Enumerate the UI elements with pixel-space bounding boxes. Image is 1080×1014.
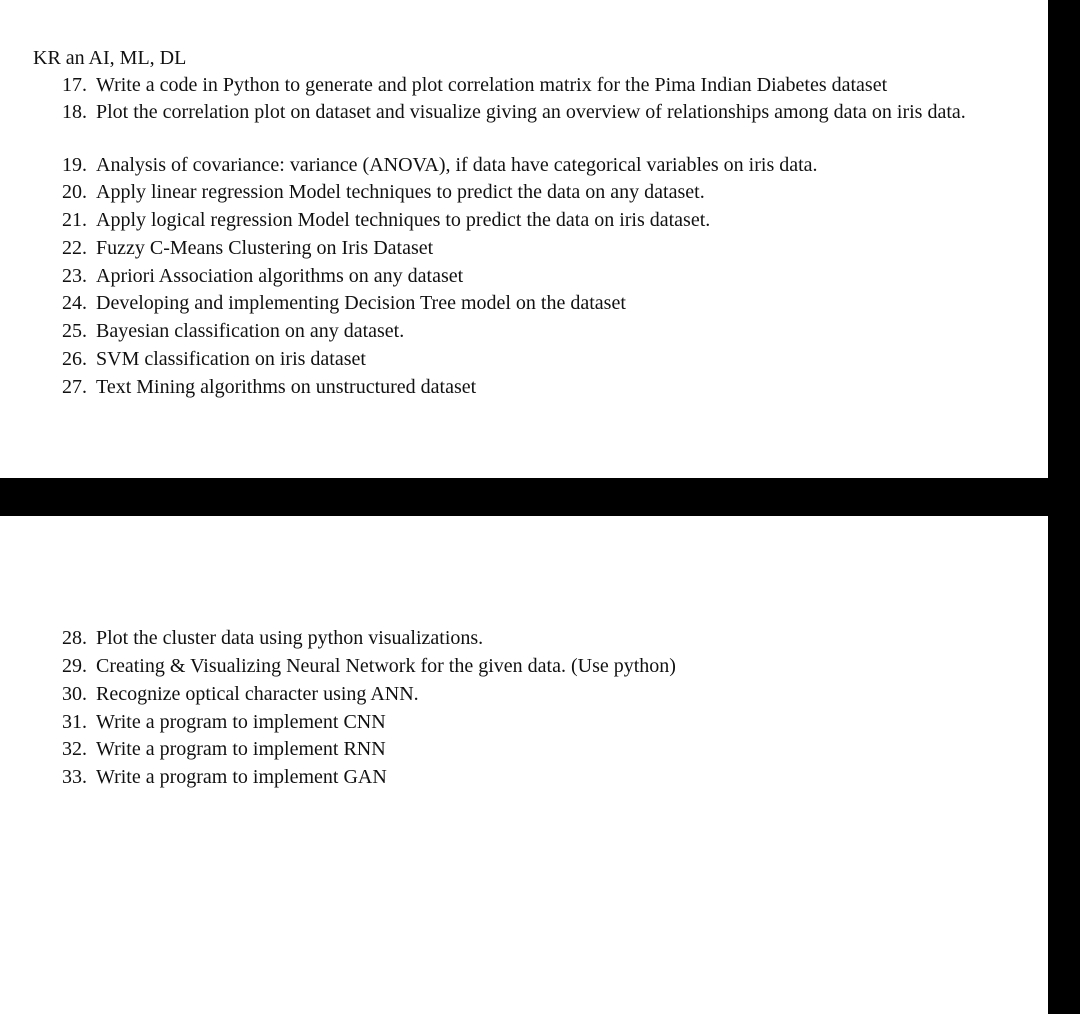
list-item: 28. Plot the cluster data using python v…	[62, 624, 1022, 652]
item-number: 17.	[62, 74, 87, 96]
item-number: 19.	[62, 154, 87, 176]
item-number: 33.	[62, 766, 87, 788]
list-item: 19. Analysis of covariance: variance (AN…	[62, 151, 1022, 179]
list-item: 31. Write a program to implement CNN	[62, 708, 1022, 736]
list-item: 29. Creating & Visualizing Neural Networ…	[62, 652, 1022, 680]
item-text: Apply logical regression Model technique…	[96, 209, 711, 231]
item-number: 22.	[62, 237, 87, 259]
item-number: 28.	[62, 627, 87, 649]
item-number: 21.	[62, 209, 87, 231]
list-item: 20. Apply linear regression Model techni…	[62, 178, 1022, 206]
document-page-bottom: 28. Plot the cluster data using python v…	[0, 516, 1048, 1014]
list-item: 26. SVM classification on iris dataset	[62, 345, 1022, 373]
list-item: 24. Developing and implementing Decision…	[62, 289, 1022, 317]
item-text: Apply linear regression Model techniques…	[96, 181, 705, 203]
item-number: 29.	[62, 655, 87, 677]
item-text: Apriori Association algorithms on any da…	[96, 265, 464, 287]
item-text: SVM classification on iris dataset	[96, 348, 366, 370]
item-text: Creating & Visualizing Neural Network fo…	[96, 655, 676, 677]
item-number: 18.	[62, 101, 87, 123]
item-text: Write a program to implement GAN	[96, 766, 387, 788]
list-item: 17. Write a code in Python to generate a…	[62, 71, 1022, 99]
item-number: 25.	[62, 320, 87, 342]
item-number: 26.	[62, 348, 87, 370]
item-number: 32.	[62, 738, 87, 760]
list-item: 25. Bayesian classification on any datas…	[62, 317, 1022, 345]
item-text: Plot the correlation plot on dataset and…	[96, 101, 966, 123]
list-item: 18. Plot the correlation plot on dataset…	[62, 98, 1022, 126]
item-number: 23.	[62, 265, 87, 287]
list-item: 27. Text Mining algorithms on unstructur…	[62, 373, 1022, 401]
item-text: Write a code in Python to generate and p…	[96, 74, 888, 96]
item-text: Write a program to implement CNN	[96, 711, 386, 733]
item-number: 30.	[62, 683, 87, 705]
document-page-top: KR an AI, ML, DL 17. Write a code in Pyt…	[0, 0, 1048, 478]
item-number: 20.	[62, 181, 87, 203]
item-number: 27.	[62, 376, 87, 398]
item-text: Bayesian classification on any dataset.	[96, 320, 405, 342]
item-text: Write a program to implement RNN	[96, 738, 386, 760]
item-number: 24.	[62, 292, 87, 314]
list-item: 33. Write a program to implement GAN	[62, 763, 1022, 791]
item-text: Developing and implementing Decision Tre…	[96, 292, 626, 314]
list-item: 30. Recognize optical character using AN…	[62, 680, 1022, 708]
item-text: Plot the cluster data using python visua…	[96, 627, 484, 649]
list-item: 23. Apriori Association algorithms on an…	[62, 262, 1022, 290]
item-number: 31.	[62, 711, 87, 733]
item-text: Analysis of covariance: variance (ANOVA)…	[96, 154, 818, 176]
item-text: Fuzzy C-Means Clustering on Iris Dataset	[96, 237, 434, 259]
item-text: Recognize optical character using ANN.	[96, 683, 419, 705]
list-item: 32. Write a program to implement RNN	[62, 735, 1022, 763]
item-text: Text Mining algorithms on unstructured d…	[96, 376, 477, 398]
document-header: KR an AI, ML, DL	[33, 47, 187, 69]
list-item: 21. Apply logical regression Model techn…	[62, 206, 1022, 234]
list-item: 22. Fuzzy C-Means Clustering on Iris Dat…	[62, 234, 1022, 262]
